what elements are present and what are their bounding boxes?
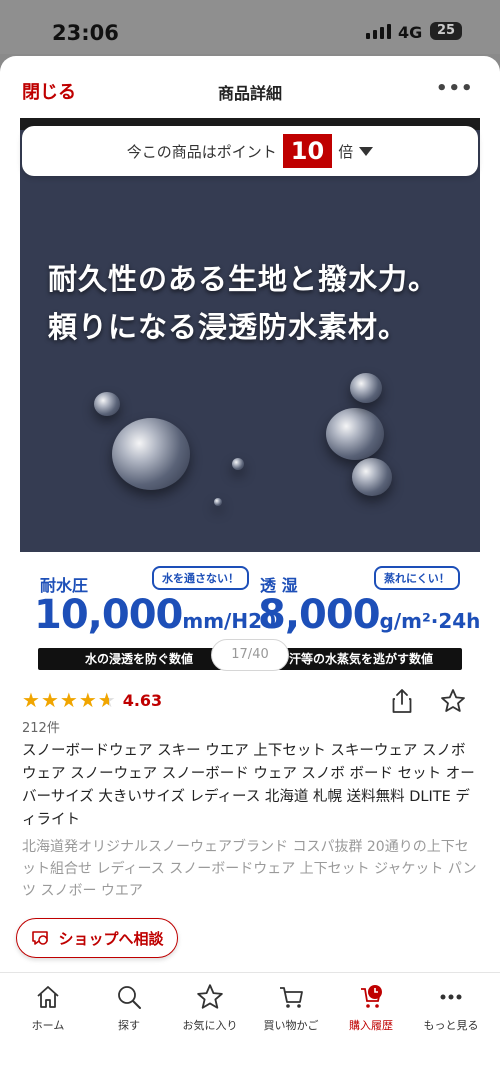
water-drop (214, 498, 222, 506)
shop-consult-button[interactable]: ショップへ相談 (16, 918, 178, 958)
star-icon: ★ (78, 688, 97, 712)
history-icon (361, 985, 382, 1008)
nav-search[interactable]: 探す (89, 983, 169, 1033)
image-headline-1: 耐久性のある生地と撥水力。 (48, 262, 439, 296)
status-bar: 23:06 4G 25 (0, 0, 500, 54)
product-image[interactable]: 耐久性のある生地と撥水力。 頼りになる浸透防水素材。 (20, 118, 480, 552)
water-drop (352, 458, 392, 496)
sheet-title: 商品詳細 (217, 84, 282, 103)
point-multiplier: 10 (282, 134, 333, 168)
product-description: 北海道発オリジナルスノーウェアブランド コスパ抜群 20通りの上下セット組合せ … (22, 839, 477, 899)
cart-icon (280, 987, 303, 1008)
nav-home[interactable]: ホーム (8, 983, 88, 1033)
breathability-caption: 汗等の水蒸気を逃がす数値 (260, 648, 462, 670)
water-drop (350, 373, 382, 403)
nav-purchase-history[interactable]: 購入履歴 (331, 983, 411, 1033)
share-icon[interactable] (390, 688, 414, 714)
rating-value: 4.63 (122, 690, 163, 710)
breathability-number: 8,000 (258, 592, 381, 638)
chevron-down-icon (359, 146, 374, 156)
chat-icon (32, 931, 49, 945)
point-multiplier-banner[interactable]: 今この商品はポイント 10 倍 (22, 126, 478, 176)
product-title: スノーボードウェア スキー ウエア 上下セット スキーウェア スノボウェア スノ… (22, 743, 475, 828)
review-count[interactable]: 212件 (22, 717, 60, 736)
nav-more[interactable]: もっと見る (411, 983, 491, 1033)
status-time: 23:06 (52, 21, 119, 45)
water-drop (112, 418, 190, 490)
nav-cart[interactable]: 買い物かご (251, 983, 331, 1033)
waterproof-value: 10,000mm/H20 (34, 592, 276, 638)
favorite-star-icon[interactable] (440, 688, 466, 714)
image-pager: 17/40 (211, 639, 289, 671)
more-options-button[interactable]: ••• (436, 78, 474, 99)
waterproof-number: 10,000 (34, 592, 183, 638)
water-drop (232, 458, 244, 470)
star-icon: ★ (40, 688, 59, 712)
breathability-unit: g/m²·24h (379, 609, 481, 633)
waterproof-bubble: 水を通さない！ (152, 566, 249, 590)
nav-label: 買い物かご (263, 1019, 319, 1032)
more-icon (440, 994, 462, 1000)
sheet-header: 閉じる 商品詳細 ••• (0, 56, 500, 118)
nav-label: 探す (118, 1019, 140, 1032)
product-detail-sheet: 閉じる 商品詳細 ••• 耐久性のある生地と撥水力。 頼りになる浸透防水素材。 … (0, 56, 500, 1080)
water-drop (326, 408, 384, 460)
point-suffix: 倍 (338, 142, 354, 161)
water-drop (94, 392, 120, 416)
breathability-value: 8,000g/m²·24h (258, 592, 480, 638)
star-icon: ★ (59, 688, 78, 712)
nav-label: 購入履歴 (349, 1019, 393, 1032)
star-icon: ★ (22, 688, 40, 712)
rating-stars[interactable]: ★ ★ ★ ★ ★ 4.63 (22, 688, 162, 712)
waterproof-caption: 水の浸透を防ぐ数値 (38, 648, 240, 670)
bottom-navigation: ホーム 探す お気に入り 買い物かご 購入履歴 もっと見る (0, 972, 500, 1081)
nav-label: お気に入り (182, 1019, 238, 1032)
breathability-bubble: 蒸れにくい！ (374, 566, 460, 590)
signal-icon (366, 24, 391, 39)
nav-favorites[interactable]: お気に入り (170, 983, 250, 1033)
nav-label: ホーム (31, 1019, 65, 1032)
search-icon (118, 986, 141, 1009)
star-icon (197, 984, 223, 1009)
half-star-icon: ★ (97, 688, 116, 712)
network-type: 4G (398, 23, 423, 42)
image-headline-2: 頼りになる浸透防水素材。 (48, 310, 409, 344)
shop-consult-label: ショップへ相談 (58, 929, 164, 948)
nav-label: もっと見る (423, 1019, 479, 1032)
battery-icon: 25 (430, 22, 462, 40)
point-prefix: 今この商品はポイント (126, 142, 277, 161)
home-icon (37, 986, 59, 1008)
